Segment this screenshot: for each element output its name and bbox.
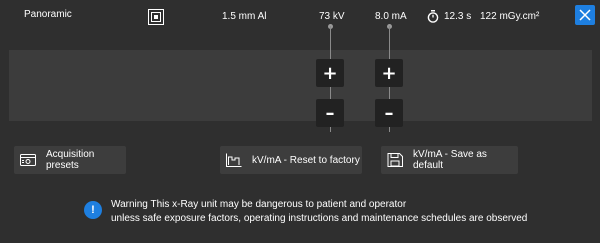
kv-value: 73 kV [319, 11, 345, 22]
exam-mode-label: Panoramic [24, 9, 72, 20]
exposure-time-value: 12.3 s [444, 11, 472, 22]
ma-increase-button[interactable]: + [375, 59, 403, 87]
ma-decrease-button[interactable]: – [375, 99, 403, 127]
acquisition-presets-label: Acquisition presets [46, 149, 95, 171]
close-button[interactable] [575, 5, 595, 25]
warning-line-1: Warning This x-Ray unit may be dangerous… [111, 199, 407, 210]
presets-icon [20, 153, 36, 167]
info-icon: ! [84, 201, 102, 219]
filtration-value: 1.5 mm Al [222, 11, 267, 22]
chart-reset-icon [226, 153, 242, 167]
reset-to-factory-button[interactable]: kV/mA - Reset to factory [220, 146, 362, 174]
kv-decrease-button[interactable]: – [316, 99, 344, 127]
exposure-panel [9, 50, 592, 121]
save-as-default-label: kV/mA - Save as default [413, 149, 487, 171]
stopwatch-icon [427, 10, 439, 23]
acquisition-presets-button[interactable]: Acquisition presets [14, 146, 126, 174]
warning-line-2: unless safe exposure factors, operating … [111, 213, 528, 224]
reset-to-factory-label: kV/mA - Reset to factory [252, 154, 360, 166]
save-icon [387, 153, 403, 167]
dose-value: 122 mGy.cm² [480, 11, 540, 22]
close-icon [579, 9, 591, 21]
save-as-default-button[interactable]: kV/mA - Save as default [381, 146, 518, 174]
ma-value: 8.0 mA [375, 11, 407, 22]
safety-warning: Warning This x-Ray unit may be dangerous… [111, 198, 527, 226]
collimator-icon[interactable] [148, 9, 164, 25]
kv-increase-button[interactable]: + [316, 59, 344, 87]
